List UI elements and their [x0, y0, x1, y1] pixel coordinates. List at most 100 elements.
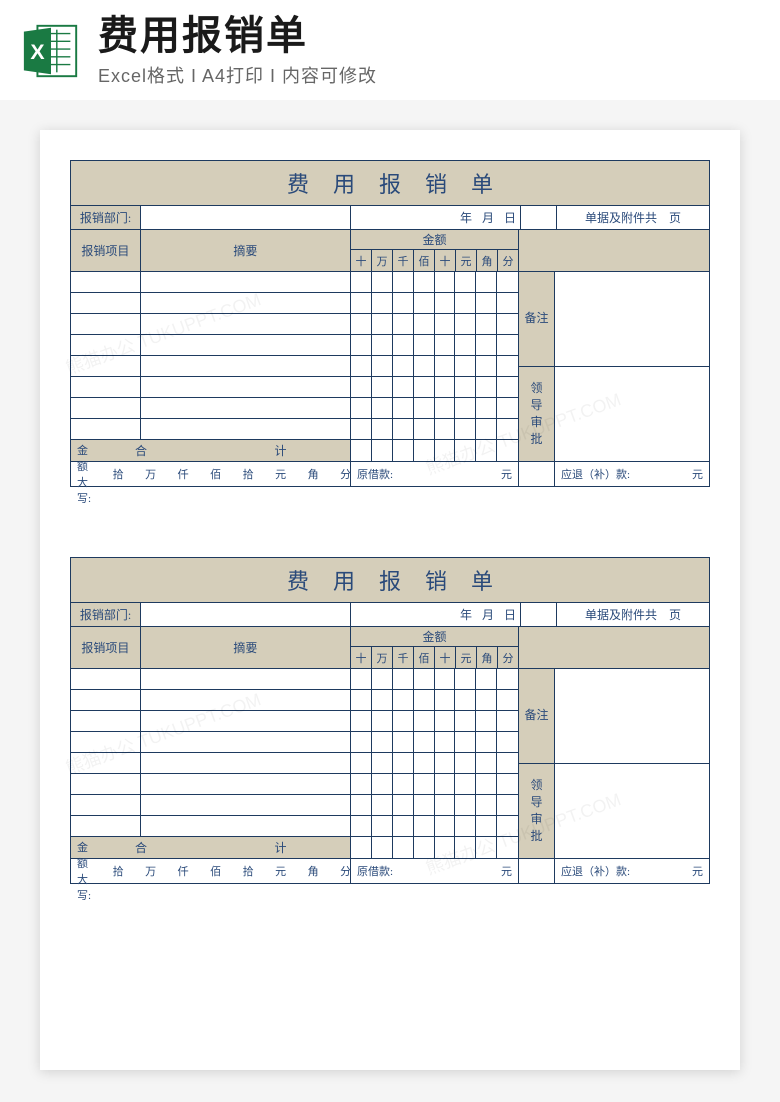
amount-cell[interactable] — [476, 837, 497, 858]
amount-cell[interactable] — [455, 419, 476, 439]
amount-cell[interactable] — [351, 711, 372, 731]
item-cell[interactable] — [71, 314, 141, 334]
amount-cell[interactable] — [372, 314, 393, 334]
amount-cell[interactable] — [414, 753, 435, 773]
summary-cell[interactable] — [141, 314, 350, 334]
amount-cell[interactable] — [393, 419, 414, 439]
item-cell[interactable] — [71, 732, 141, 752]
amount-cell[interactable] — [455, 774, 476, 794]
summary-cell[interactable] — [141, 795, 350, 815]
amount-cell[interactable] — [476, 419, 497, 439]
amount-cell[interactable] — [414, 816, 435, 836]
loan-field[interactable]: 原借款:元 — [351, 859, 519, 883]
item-cell[interactable] — [71, 711, 141, 731]
amount-cn-field[interactable]: 金额大写: 拾 万 仟 佰 拾 元 角 分 — [71, 859, 351, 883]
amount-cell[interactable] — [393, 837, 414, 858]
amount-cell[interactable] — [455, 440, 476, 461]
note-value[interactable] — [555, 669, 709, 763]
summary-cell[interactable] — [141, 669, 350, 689]
amount-cell[interactable] — [372, 753, 393, 773]
amount-cell[interactable] — [497, 774, 518, 794]
amount-cell[interactable] — [497, 837, 518, 858]
amount-cell[interactable] — [455, 732, 476, 752]
amount-cell[interactable] — [435, 753, 456, 773]
item-cell[interactable] — [71, 795, 141, 815]
amount-cell[interactable] — [414, 314, 435, 334]
amount-cell[interactable] — [372, 440, 393, 461]
amount-cell[interactable] — [497, 690, 518, 710]
amount-cell[interactable] — [414, 356, 435, 376]
amount-cell[interactable] — [435, 335, 456, 355]
amount-cell[interactable] — [372, 335, 393, 355]
summary-cell[interactable] — [141, 711, 350, 731]
amount-cell[interactable] — [351, 732, 372, 752]
amount-cell[interactable] — [414, 774, 435, 794]
summary-cell[interactable] — [141, 774, 350, 794]
amount-cell[interactable] — [476, 377, 497, 397]
amount-cell[interactable] — [393, 690, 414, 710]
summary-cell[interactable] — [141, 377, 350, 397]
amount-cell[interactable] — [435, 272, 456, 292]
item-cell[interactable] — [71, 419, 141, 439]
amount-cell[interactable] — [414, 335, 435, 355]
amount-cell[interactable] — [372, 356, 393, 376]
summary-cell[interactable] — [141, 356, 350, 376]
amount-cell[interactable] — [393, 293, 414, 313]
amount-cell[interactable] — [414, 377, 435, 397]
amount-cell[interactable] — [435, 440, 456, 461]
amount-cell[interactable] — [393, 398, 414, 418]
item-cell[interactable] — [71, 753, 141, 773]
amount-cell[interactable] — [497, 816, 518, 836]
amount-cell[interactable] — [435, 398, 456, 418]
date-field[interactable]: 年月日 — [351, 603, 521, 626]
amount-cell[interactable] — [435, 774, 456, 794]
amount-cell[interactable] — [351, 774, 372, 794]
amount-cell[interactable] — [476, 440, 497, 461]
amount-cell[interactable] — [393, 732, 414, 752]
amount-cell[interactable] — [435, 816, 456, 836]
amount-cell[interactable] — [435, 690, 456, 710]
amount-cell[interactable] — [351, 690, 372, 710]
amount-cell[interactable] — [476, 690, 497, 710]
amount-cell[interactable] — [372, 398, 393, 418]
amount-cell[interactable] — [497, 753, 518, 773]
amount-cell[interactable] — [372, 690, 393, 710]
amount-cell[interactable] — [372, 377, 393, 397]
amount-cell[interactable] — [393, 440, 414, 461]
amount-cell[interactable] — [497, 377, 518, 397]
amount-cell[interactable] — [476, 795, 497, 815]
amount-cell[interactable] — [435, 711, 456, 731]
amount-cell[interactable] — [455, 711, 476, 731]
dept-value[interactable] — [141, 603, 351, 626]
amount-cell[interactable] — [393, 816, 414, 836]
amount-cell[interactable] — [435, 732, 456, 752]
amount-cell[interactable] — [414, 837, 435, 858]
attachment-field[interactable]: 单据及附件共 页 — [557, 603, 709, 626]
amount-cell[interactable] — [497, 732, 518, 752]
item-cell[interactable] — [71, 335, 141, 355]
amount-cell[interactable] — [497, 356, 518, 376]
dept-value[interactable] — [141, 206, 351, 229]
amount-cell[interactable] — [372, 272, 393, 292]
amount-cell[interactable] — [351, 335, 372, 355]
refund-field[interactable]: 应退（补）款:元 — [555, 859, 709, 883]
amount-cell[interactable] — [351, 753, 372, 773]
amount-cell[interactable] — [393, 774, 414, 794]
item-cell[interactable] — [71, 774, 141, 794]
summary-cell[interactable] — [141, 419, 350, 439]
amount-cell[interactable] — [393, 795, 414, 815]
amount-cell[interactable] — [372, 795, 393, 815]
amount-cell[interactable] — [393, 272, 414, 292]
amount-cell[interactable] — [414, 711, 435, 731]
amount-cell[interactable] — [476, 335, 497, 355]
amount-cell[interactable] — [497, 711, 518, 731]
amount-cell[interactable] — [476, 669, 497, 689]
refund-field[interactable]: 应退（补）款:元 — [555, 462, 709, 486]
amount-cell[interactable] — [455, 398, 476, 418]
amount-cell[interactable] — [455, 753, 476, 773]
amount-cell[interactable] — [372, 837, 393, 858]
amount-cell[interactable] — [393, 753, 414, 773]
date-field[interactable]: 年月日 — [351, 206, 521, 229]
amount-cell[interactable] — [372, 816, 393, 836]
amount-cell[interactable] — [497, 419, 518, 439]
